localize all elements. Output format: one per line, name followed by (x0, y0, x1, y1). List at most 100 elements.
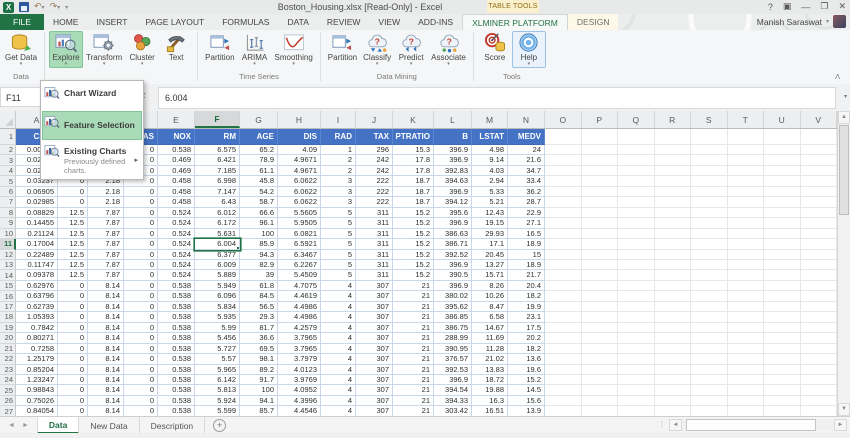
cell[interactable] (728, 302, 765, 312)
menu-item-existing-charts[interactable]: Existing ChartsPreviously defined charts… (42, 140, 142, 178)
cell[interactable]: 5.727 (195, 344, 240, 354)
cell[interactable]: 4.4546 (278, 406, 321, 416)
horizontal-scrollbar[interactable]: ⁞ ◄ ► (661, 418, 847, 431)
cell[interactable] (655, 323, 692, 333)
cell[interactable]: 12.5 (58, 250, 88, 260)
cell[interactable]: 5 (321, 250, 356, 260)
cell[interactable] (728, 229, 765, 239)
row-header-18[interactable]: 18 (0, 312, 16, 322)
cell[interactable] (764, 229, 801, 239)
cell[interactable] (691, 208, 728, 218)
cell[interactable]: 4 (321, 354, 356, 364)
cell[interactable]: 18.2 (508, 344, 545, 354)
cell[interactable]: 7.87 (88, 250, 124, 260)
minimize-icon[interactable]: — (801, 2, 810, 12)
cell[interactable] (582, 208, 619, 218)
cell[interactable] (618, 344, 655, 354)
cell[interactable]: 4 (321, 291, 356, 301)
cell[interactable] (582, 365, 619, 375)
cell[interactable] (764, 354, 801, 364)
cell[interactable] (545, 281, 582, 291)
cell[interactable] (655, 155, 692, 165)
cell[interactable]: 0 (124, 312, 158, 322)
ribbon-button-cluster[interactable]: Cluster▾ (125, 31, 159, 68)
cell[interactable]: 7.87 (88, 218, 124, 228)
cell[interactable]: 0 (58, 312, 88, 322)
cell[interactable] (545, 312, 582, 322)
cell[interactable] (582, 333, 619, 343)
cell[interactable]: 7.87 (88, 229, 124, 239)
cell[interactable]: 0.538 (158, 396, 195, 406)
cell[interactable] (728, 406, 765, 416)
cell[interactable]: 12.5 (58, 208, 88, 218)
cell[interactable]: 0 (58, 333, 88, 343)
cell[interactable] (618, 365, 655, 375)
cell[interactable]: 222 (356, 197, 393, 207)
ribbon-button-partition[interactable]: Partition (202, 31, 237, 68)
cell[interactable]: 307 (356, 291, 393, 301)
cell[interactable] (618, 176, 655, 186)
cell[interactable] (728, 187, 765, 197)
cell[interactable]: 100 (240, 229, 278, 239)
cell[interactable] (801, 375, 838, 385)
cell[interactable]: 20.2 (508, 333, 545, 343)
cell[interactable]: 21 (393, 344, 434, 354)
cell[interactable] (655, 218, 692, 228)
cell[interactable]: 78.9 (240, 155, 278, 165)
cell[interactable]: 16.3 (472, 396, 508, 406)
cell[interactable] (691, 229, 728, 239)
menu-item-chart-wizard[interactable]: Chart Wizard (42, 82, 142, 111)
cell[interactable]: 6.377 (195, 250, 240, 260)
customize-qat-icon[interactable]: ▾ (65, 4, 68, 11)
cell[interactable] (728, 270, 765, 280)
cell[interactable]: 0.538 (158, 333, 195, 343)
cell[interactable]: 390.95 (434, 344, 472, 354)
cell[interactable]: 311 (356, 260, 393, 270)
row-header-22[interactable]: 22 (0, 354, 16, 364)
cell[interactable]: 0.7842 (16, 323, 58, 333)
column-header-E[interactable]: E (158, 111, 195, 128)
cell[interactable]: 376.57 (434, 354, 472, 364)
cell[interactable] (691, 187, 728, 197)
cell[interactable]: 96.1 (240, 218, 278, 228)
cell[interactable]: 21 (393, 396, 434, 406)
cell[interactable] (618, 197, 655, 207)
cell[interactable] (618, 239, 655, 249)
ribbon-button-help[interactable]: Help▾ (512, 31, 546, 68)
scroll-left-icon[interactable]: ◄ (669, 419, 682, 431)
cell[interactable] (545, 218, 582, 228)
cell[interactable]: 7.87 (88, 239, 124, 249)
cell[interactable]: 5.4509 (278, 270, 321, 280)
cell[interactable] (691, 291, 728, 301)
ribbon-tab-formulas[interactable]: FORMULAS (213, 14, 278, 30)
cell[interactable]: 307 (356, 354, 393, 364)
cell[interactable]: 307 (356, 323, 393, 333)
cell[interactable] (655, 250, 692, 260)
cell[interactable]: 5 (321, 208, 356, 218)
cell[interactable]: 4.98 (472, 145, 508, 155)
cell[interactable]: 56.5 (240, 302, 278, 312)
cell[interactable] (764, 302, 801, 312)
cell[interactable]: 4.0952 (278, 385, 321, 395)
cell[interactable]: 5.9505 (278, 218, 321, 228)
row-header-13[interactable]: 13 (0, 260, 16, 270)
cell[interactable]: 0 (58, 291, 88, 301)
cell[interactable]: 303.42 (434, 406, 472, 416)
cell[interactable]: 15.71 (472, 270, 508, 280)
cell[interactable] (545, 396, 582, 406)
cell[interactable] (801, 176, 838, 186)
cell[interactable]: 0 (58, 375, 88, 385)
cell[interactable]: 11.28 (472, 344, 508, 354)
sheet-tab-new-data[interactable]: New Data (79, 417, 139, 434)
sheet-tab-description[interactable]: Description (140, 417, 206, 434)
cell[interactable] (545, 239, 582, 249)
cell[interactable]: 4.3996 (278, 396, 321, 406)
cell[interactable]: 222 (356, 187, 393, 197)
cell[interactable]: 4 (321, 365, 356, 375)
ribbon-tab-file[interactable]: FILE (0, 14, 44, 30)
cell[interactable] (764, 333, 801, 343)
cell[interactable] (655, 385, 692, 395)
cell[interactable]: 5.813 (195, 385, 240, 395)
cell[interactable] (655, 229, 692, 239)
cell[interactable]: 5 (321, 229, 356, 239)
